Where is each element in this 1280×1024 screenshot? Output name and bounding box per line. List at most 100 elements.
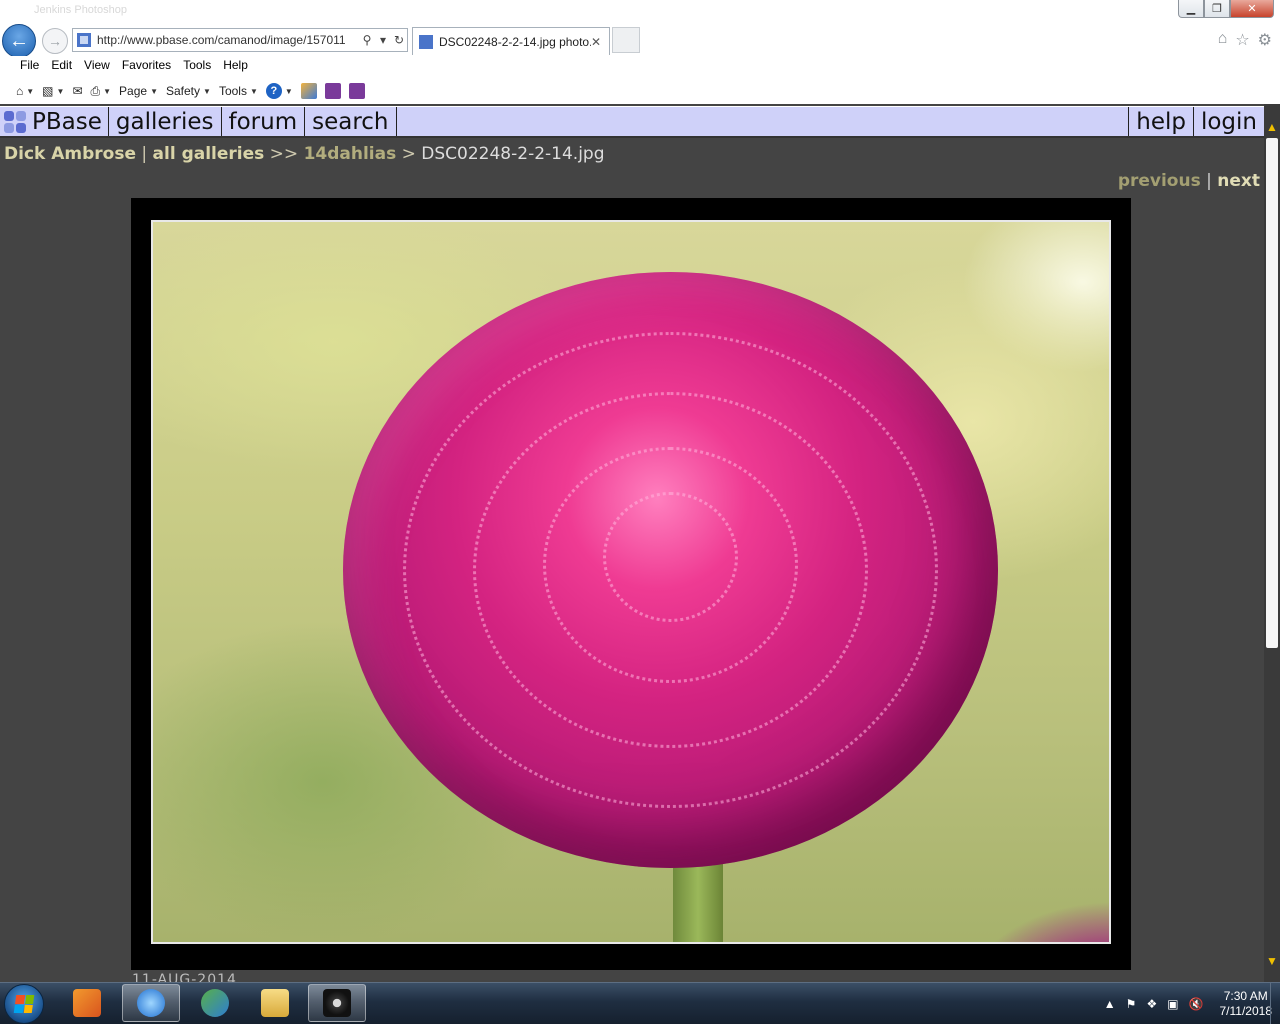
volume-muted-icon[interactable]: 🔇 (1189, 997, 1204, 1011)
dahlia-bloom (343, 272, 998, 868)
chevron-down-icon: ▼ (284, 86, 293, 96)
scroll-down-icon[interactable]: ▼ (1264, 952, 1280, 970)
restore-button[interactable]: ❐ (1204, 0, 1230, 18)
onenote-command[interactable] (324, 83, 341, 99)
petal-ring (603, 492, 738, 622)
safety-menu[interactable]: Safety ▼ (166, 84, 211, 98)
taskbar-media-player[interactable] (58, 984, 116, 1022)
search-icon[interactable]: ⚲ (359, 33, 375, 47)
clock[interactable]: 7:30 AM 7/11/2018 (1220, 989, 1273, 1019)
page-content: PBase galleries forum search help login … (0, 104, 1264, 982)
dropbox-icon[interactable]: ❖ (1146, 997, 1157, 1011)
address-dropdown-icon[interactable]: ▾ (375, 33, 391, 47)
favorites-star-icon[interactable]: ☆ (1235, 30, 1249, 50)
chevron-down-icon: ▼ (150, 86, 158, 96)
home-icon[interactable]: ⌂ (1218, 30, 1228, 50)
onenote-icon (324, 83, 341, 99)
minimize-button[interactable]: ▁ (1178, 0, 1204, 18)
onenote-linked-icon (348, 83, 365, 99)
action-center-flag-icon[interactable]: ⚑ (1126, 997, 1137, 1011)
tools-menu-label: Tools (218, 84, 247, 98)
taskbar-network[interactable] (186, 984, 244, 1022)
start-button[interactable] (4, 984, 44, 1024)
show-hidden-icons-icon[interactable]: ▲ (1104, 997, 1116, 1011)
breadcrumb-separator: > (396, 144, 422, 164)
pbase-logo[interactable]: PBase (0, 107, 109, 136)
pbase-navbar: PBase galleries forum search help login (0, 106, 1264, 138)
photo-frame (131, 198, 1131, 970)
nav-galleries-link[interactable]: galleries (109, 107, 222, 136)
chevron-down-icon: ▼ (203, 86, 211, 96)
onenote-linked-command[interactable] (348, 83, 365, 99)
taskbar-photo-app[interactable] (308, 984, 366, 1022)
help-command[interactable]: ? ▼ (265, 83, 293, 99)
navigation-bar: ← → http://www.pbase.com/camanod/image/1… (0, 22, 1280, 58)
menu-file[interactable]: File (14, 56, 45, 76)
breadcrumb-all-galleries-link[interactable]: all galleries (153, 144, 265, 164)
dahlia-photo[interactable] (151, 220, 1111, 944)
scroll-up-icon[interactable]: ▲ (1264, 118, 1280, 136)
vertical-scrollbar[interactable]: ▲ ▼ (1264, 104, 1280, 982)
menu-edit[interactable]: Edit (45, 56, 78, 76)
menu-favorites[interactable]: Favorites (116, 56, 177, 76)
show-desktop-button[interactable] (1270, 983, 1280, 1024)
windows-logo-icon (13, 995, 35, 1013)
tab-title: DSC02248-2-2-14.jpg photo... (439, 34, 591, 49)
clock-date: 7/11/2018 (1219, 1004, 1273, 1018)
tab-close-icon[interactable]: ✕ (591, 35, 603, 49)
network-users-icon (201, 989, 229, 1017)
chevron-down-icon: ▼ (103, 86, 112, 96)
pbase-logo-icon (4, 110, 28, 133)
tools-menu[interactable]: Tools ▼ (219, 84, 258, 98)
eye-app-icon (323, 989, 351, 1017)
command-bar: ⌂ ▼ ▧ ▼ ✉ ⎙ ▼ Page ▼ Safety ▼ Tools ▼ ? ▼ (0, 78, 1280, 104)
tab-favicon-icon (419, 34, 433, 49)
folder-icon (261, 989, 289, 1017)
settings-gear-icon[interactable]: ⚙ (1258, 30, 1272, 50)
forward-button[interactable]: → (42, 28, 68, 54)
window-titlebar: Jenkins Photoshop ▁ ❐ ✕ (0, 0, 1280, 22)
taskbar-explorer[interactable] (246, 984, 304, 1022)
taskbar: ▲ ⚑ ❖ ▣ 🔇 7:30 AM 7/11/2018 (0, 982, 1280, 1024)
pbase-logo-text: PBase (32, 108, 102, 135)
network-icon[interactable]: ▣ (1167, 997, 1178, 1011)
menu-view[interactable]: View (78, 56, 116, 76)
nav-login-link[interactable]: login (1194, 107, 1264, 136)
refresh-icon[interactable]: ↻ (391, 33, 407, 47)
back-button[interactable]: ← (2, 24, 36, 58)
taskbar-internet-explorer[interactable] (122, 984, 180, 1022)
window-controls: ▁ ❐ ✕ (1178, 0, 1274, 18)
print-command[interactable]: ⎙ ▼ (91, 84, 112, 99)
next-link[interactable]: next (1217, 171, 1260, 191)
nav-search-link[interactable]: search (305, 107, 397, 136)
photo-date: 11-AUG-2014 (132, 972, 237, 982)
new-tab-button[interactable] (612, 27, 640, 53)
nav-forum-link[interactable]: forum (222, 107, 306, 136)
feeds-command[interactable]: ▧ ▼ (42, 84, 64, 98)
page-menu[interactable]: Page ▼ (119, 84, 158, 98)
breadcrumb-gallery-link[interactable]: 14dahlias (304, 144, 397, 164)
previous-link[interactable]: previous (1118, 171, 1201, 191)
breadcrumb-separator: >> (264, 144, 304, 164)
research-command[interactable] (300, 83, 317, 99)
browser-tab[interactable]: DSC02248-2-2-14.jpg photo... ✕ (412, 27, 610, 55)
nav-help-link[interactable]: help (1129, 107, 1194, 136)
address-bar[interactable]: http://www.pbase.com/camanod/image/15701… (72, 28, 408, 52)
help-icon: ? (265, 83, 282, 99)
breadcrumb-user-link[interactable]: Dick Ambrose (4, 144, 136, 164)
scrollbar-thumb[interactable] (1266, 138, 1278, 648)
rss-icon: ▧ (42, 84, 54, 98)
menu-help[interactable]: Help (217, 56, 254, 76)
home-command[interactable]: ⌂ ▼ (16, 84, 34, 98)
pager-separator: | (1200, 171, 1218, 191)
system-tray: ▲ ⚑ ❖ ▣ 🔇 7:30 AM 7/11/2018 (1104, 989, 1272, 1019)
mail-command[interactable]: ✉ (72, 84, 82, 98)
close-button[interactable]: ✕ (1230, 0, 1274, 18)
breadcrumb-separator: | (136, 144, 153, 164)
safety-menu-label: Safety (165, 84, 201, 98)
menu-tools[interactable]: Tools (177, 56, 217, 76)
address-url[interactable]: http://www.pbase.com/camanod/image/15701… (97, 33, 359, 47)
page-menu-label: Page (119, 84, 148, 98)
browser-right-icons: ⌂ ☆ ⚙ (1218, 30, 1272, 50)
chevron-down-icon: ▼ (26, 86, 35, 96)
